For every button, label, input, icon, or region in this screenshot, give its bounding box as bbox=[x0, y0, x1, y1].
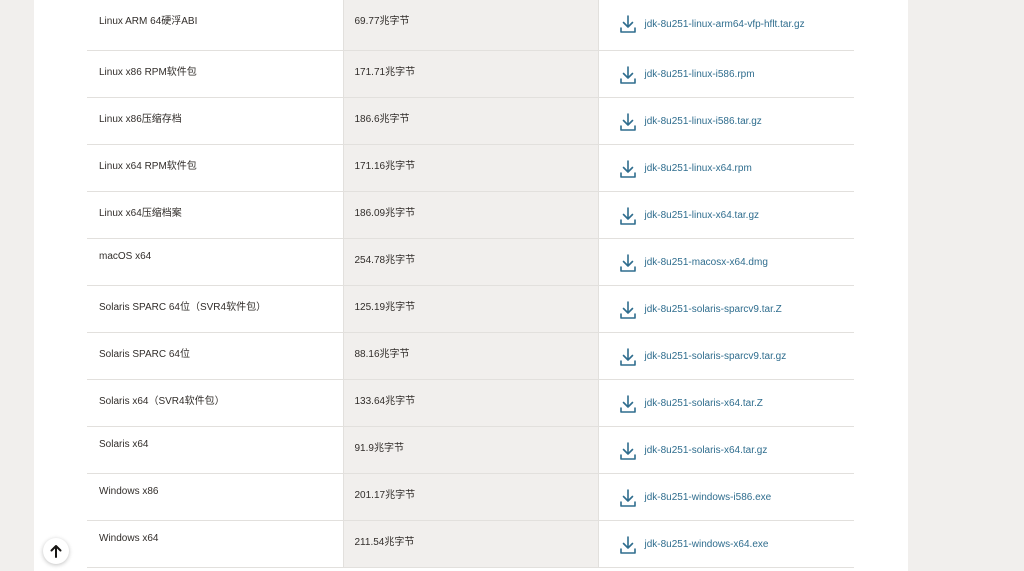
product-cell: Linux x64压缩档案 bbox=[87, 191, 344, 239]
downloads-table-body: Linux ARM 64硬浮ABI 69.77兆字节 jdk-8u251-lin… bbox=[87, 0, 855, 568]
size-cell: 171.16兆字节 bbox=[343, 144, 599, 192]
download-filename[interactable]: jdk-8u251-solaris-sparcv9.tar.Z bbox=[645, 304, 782, 315]
file-cell: jdk-8u251-windows-x64.exe bbox=[598, 520, 855, 568]
download-icon bbox=[619, 300, 636, 319]
table-row: Solaris x64（SVR4软件包） 133.64兆字节 jdk-8u251… bbox=[87, 379, 855, 427]
download-filename[interactable]: jdk-8u251-solaris-x64.tar.gz bbox=[645, 445, 768, 456]
table-row: Solaris SPARC 64位 88.16兆字节 jdk-8u251-sol… bbox=[87, 332, 855, 380]
size-cell: 91.9兆字节 bbox=[343, 426, 599, 474]
download-link[interactable]: jdk-8u251-linux-i586.tar.gz bbox=[619, 112, 855, 132]
size-cell: 69.77兆字节 bbox=[343, 0, 599, 51]
file-cell: jdk-8u251-linux-i586.tar.gz bbox=[598, 97, 855, 145]
file-cell: jdk-8u251-solaris-x64.tar.Z bbox=[598, 379, 855, 427]
download-filename[interactable]: jdk-8u251-solaris-sparcv9.tar.gz bbox=[645, 351, 787, 362]
download-filename[interactable]: jdk-8u251-linux-i586.tar.gz bbox=[645, 116, 762, 127]
file-cell: jdk-8u251-solaris-x64.tar.gz bbox=[598, 426, 855, 474]
download-icon bbox=[619, 347, 636, 366]
table-row: Solaris SPARC 64位（SVR4软件包） 125.19兆字节 jdk… bbox=[87, 285, 855, 333]
size-cell: 133.64兆字节 bbox=[343, 379, 599, 427]
table-row: Linux x86压缩存档 186.6兆字节 jdk-8u251-linux-i… bbox=[87, 97, 855, 145]
product-cell: macOS x64 bbox=[87, 238, 344, 286]
download-icon bbox=[619, 394, 636, 413]
download-icon bbox=[619, 535, 636, 554]
download-link[interactable]: jdk-8u251-solaris-x64.tar.gz bbox=[619, 441, 855, 461]
arrow-up-icon bbox=[50, 545, 62, 558]
table-row: Linux x64 RPM软件包 171.16兆字节 jdk-8u251-lin… bbox=[87, 144, 855, 192]
product-cell: Linux x86 RPM软件包 bbox=[87, 50, 344, 98]
table-row: Solaris x64 91.9兆字节 jdk-8u251-solaris-x6… bbox=[87, 426, 855, 474]
size-cell: 186.6兆字节 bbox=[343, 97, 599, 145]
download-filename[interactable]: jdk-8u251-windows-x64.exe bbox=[645, 539, 769, 550]
file-cell: jdk-8u251-linux-i586.rpm bbox=[598, 50, 855, 98]
product-cell: Solaris x64（SVR4软件包） bbox=[87, 379, 344, 427]
download-link[interactable]: jdk-8u251-solaris-sparcv9.tar.gz bbox=[619, 347, 855, 367]
product-cell: Solaris SPARC 64位（SVR4软件包） bbox=[87, 285, 344, 333]
size-cell: 186.09兆字节 bbox=[343, 191, 599, 239]
download-link[interactable]: jdk-8u251-windows-x64.exe bbox=[619, 535, 855, 555]
download-icon bbox=[619, 159, 636, 178]
download-link[interactable]: jdk-8u251-solaris-sparcv9.tar.Z bbox=[619, 300, 855, 320]
file-cell: jdk-8u251-macosx-x64.dmg bbox=[598, 238, 855, 286]
download-icon bbox=[619, 65, 636, 84]
download-filename[interactable]: jdk-8u251-linux-x64.rpm bbox=[645, 163, 752, 174]
download-filename[interactable]: jdk-8u251-macosx-x64.dmg bbox=[645, 257, 768, 268]
file-cell: jdk-8u251-linux-x64.rpm bbox=[598, 144, 855, 192]
back-to-top-button[interactable] bbox=[43, 538, 69, 564]
product-cell: Windows x64 bbox=[87, 520, 344, 568]
file-cell: jdk-8u251-windows-i586.exe bbox=[598, 473, 855, 521]
file-cell: jdk-8u251-linux-x64.tar.gz bbox=[598, 191, 855, 239]
product-cell: Linux x64 RPM软件包 bbox=[87, 144, 344, 192]
page-content: Linux ARM 64硬浮ABI 69.77兆字节 jdk-8u251-lin… bbox=[34, 0, 908, 571]
size-cell: 125.19兆字节 bbox=[343, 285, 599, 333]
size-cell: 211.54兆字节 bbox=[343, 520, 599, 568]
download-icon bbox=[619, 206, 636, 225]
table-row: Linux x86 RPM软件包 171.71兆字节 jdk-8u251-lin… bbox=[87, 50, 855, 98]
download-filename[interactable]: jdk-8u251-solaris-x64.tar.Z bbox=[645, 398, 763, 409]
download-link[interactable]: jdk-8u251-linux-arm64-vfp-hflt.tar.gz bbox=[619, 14, 855, 34]
download-link[interactable]: jdk-8u251-linux-x64.tar.gz bbox=[619, 206, 855, 226]
size-cell: 88.16兆字节 bbox=[343, 332, 599, 380]
size-cell: 171.71兆字节 bbox=[343, 50, 599, 98]
download-filename[interactable]: jdk-8u251-linux-arm64-vfp-hflt.tar.gz bbox=[645, 19, 805, 30]
download-link[interactable]: jdk-8u251-macosx-x64.dmg bbox=[619, 253, 855, 273]
download-filename[interactable]: jdk-8u251-windows-i586.exe bbox=[645, 492, 772, 503]
table-row: Linux ARM 64硬浮ABI 69.77兆字节 jdk-8u251-lin… bbox=[87, 0, 855, 51]
product-cell: Solaris x64 bbox=[87, 426, 344, 474]
downloads-table: Linux ARM 64硬浮ABI 69.77兆字节 jdk-8u251-lin… bbox=[87, 0, 854, 568]
download-filename[interactable]: jdk-8u251-linux-i586.rpm bbox=[645, 69, 755, 80]
download-icon bbox=[619, 15, 636, 33]
file-cell: jdk-8u251-solaris-sparcv9.tar.gz bbox=[598, 332, 855, 380]
size-cell: 254.78兆字节 bbox=[343, 238, 599, 286]
download-link[interactable]: jdk-8u251-solaris-x64.tar.Z bbox=[619, 394, 855, 414]
download-icon bbox=[619, 112, 636, 131]
file-cell: jdk-8u251-linux-arm64-vfp-hflt.tar.gz bbox=[598, 0, 855, 51]
product-cell: Linux x86压缩存档 bbox=[87, 97, 344, 145]
download-link[interactable]: jdk-8u251-linux-i586.rpm bbox=[619, 65, 855, 85]
download-filename[interactable]: jdk-8u251-linux-x64.tar.gz bbox=[645, 210, 760, 221]
product-cell: Windows x86 bbox=[87, 473, 344, 521]
product-cell: Linux ARM 64硬浮ABI bbox=[87, 0, 344, 51]
size-cell: 201.17兆字节 bbox=[343, 473, 599, 521]
download-link[interactable]: jdk-8u251-linux-x64.rpm bbox=[619, 159, 855, 179]
download-icon bbox=[619, 253, 636, 272]
download-icon bbox=[619, 488, 636, 507]
file-cell: jdk-8u251-solaris-sparcv9.tar.Z bbox=[598, 285, 855, 333]
download-icon bbox=[619, 441, 636, 460]
table-row: Windows x64 211.54兆字节 jdk-8u251-windows-… bbox=[87, 520, 855, 568]
table-row: macOS x64 254.78兆字节 jdk-8u251-macosx-x64… bbox=[87, 238, 855, 286]
download-link[interactable]: jdk-8u251-windows-i586.exe bbox=[619, 488, 855, 508]
product-cell: Solaris SPARC 64位 bbox=[87, 332, 344, 380]
table-row: Linux x64压缩档案 186.09兆字节 jdk-8u251-linux-… bbox=[87, 191, 855, 239]
table-row: Windows x86 201.17兆字节 jdk-8u251-windows-… bbox=[87, 473, 855, 521]
